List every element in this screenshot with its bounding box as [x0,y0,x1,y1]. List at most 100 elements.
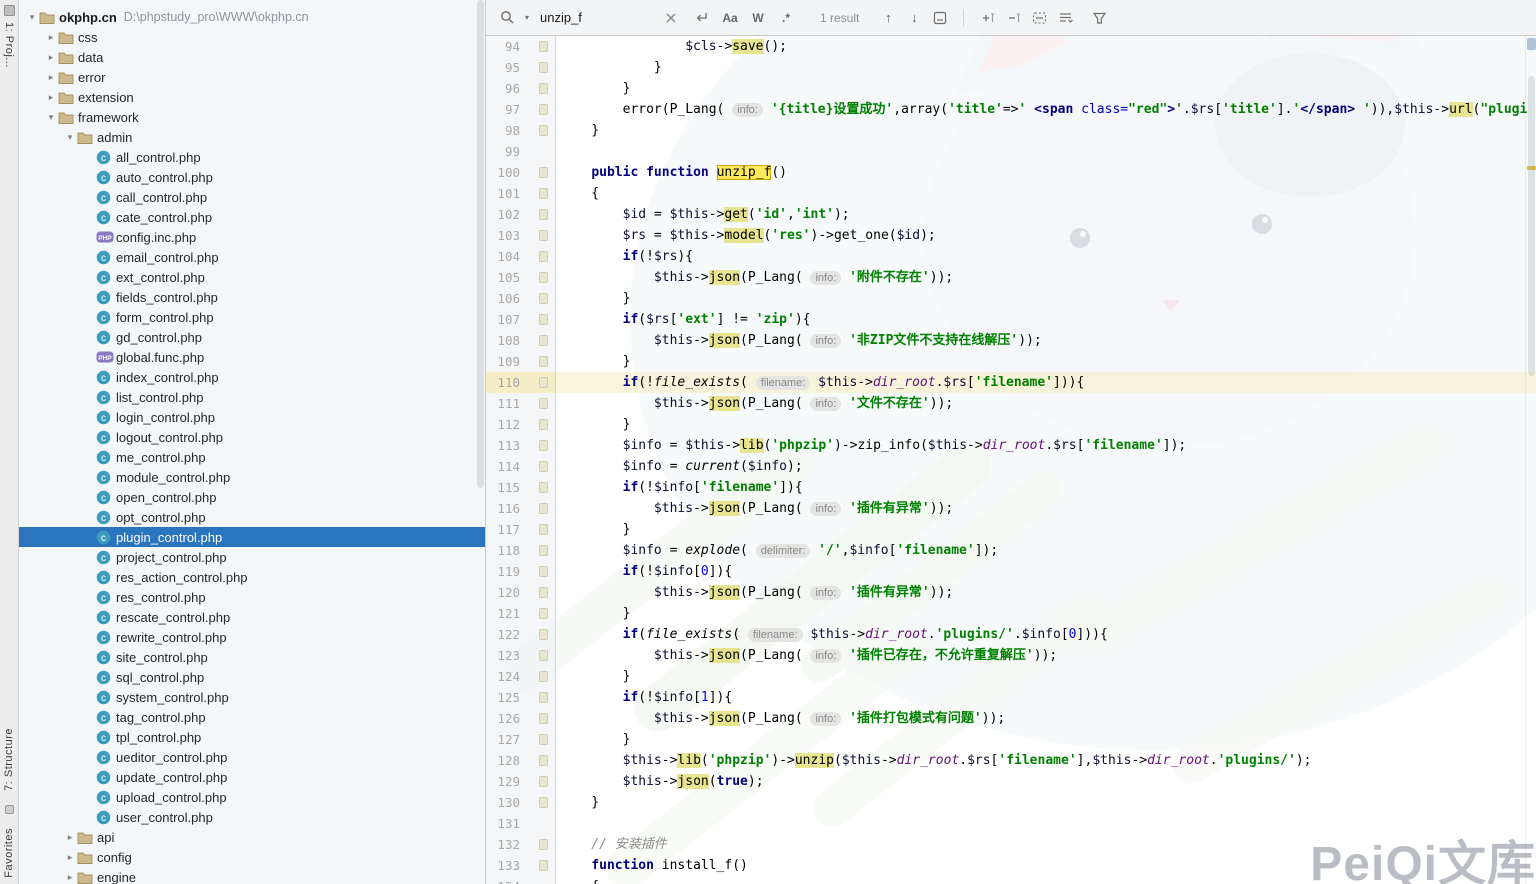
stripe-structure-label[interactable]: 7: Structure [3,728,15,791]
regex-toggle[interactable]: .* [774,9,798,27]
code-line-114[interactable]: 114 $info = current($info); [486,456,1536,477]
tree-item-index_control.php[interactable]: cindex_control.php [19,367,485,387]
code-line-115[interactable]: 115 if(!$info['filename']){ [486,477,1536,498]
tree-item-ext_control.php[interactable]: cext_control.php [19,267,485,287]
code-line-107[interactable]: 107 if($rs['ext'] != 'zip'){ [486,309,1536,330]
code-line-101[interactable]: 101 { [486,183,1536,204]
search-options-icon[interactable] [1054,8,1076,28]
search-history-chevron-icon[interactable]: ▾ [522,8,532,28]
tree-item-update_control.php[interactable]: cupdate_control.php [19,767,485,787]
tree-item-auto_control.php[interactable]: cauto_control.php [19,167,485,187]
tree-item-list_control.php[interactable]: clist_control.php [19,387,485,407]
chevron-down-icon[interactable]: ▾ [63,127,77,147]
tree-item-call_control.php[interactable]: ccall_control.php [19,187,485,207]
tree-item-cate_control.php[interactable]: ccate_control.php [19,207,485,227]
code-line-134[interactable]: 134 { [486,876,1536,884]
tool-window-grid-icon[interactable] [4,5,15,16]
tree-item-api[interactable]: ▸api [19,827,485,847]
code-line-96[interactable]: 96 } [486,78,1536,99]
tree-item-ueditor_control.php[interactable]: cueditor_control.php [19,747,485,767]
chevron-down-icon[interactable]: ▾ [44,107,58,127]
tree-item-sql_control.php[interactable]: csql_control.php [19,667,485,687]
tree-item-admin[interactable]: ▾admin [19,127,485,147]
tree-item-gd_control.php[interactable]: cgd_control.php [19,327,485,347]
chevron-down-icon[interactable]: ▾ [25,7,39,27]
code-line-97[interactable]: 97 error(P_Lang( info: '{title}设置成功',arr… [486,99,1536,120]
code-line-113[interactable]: 113 $info = $this->lib('phpzip')->zip_in… [486,435,1536,456]
tree-item-error[interactable]: ▸error [19,67,485,87]
tree-item-tag_control.php[interactable]: ctag_control.php [19,707,485,727]
search-query-input[interactable]: unzip_f [536,8,656,27]
remove-selection-icon[interactable] [1002,8,1024,28]
select-all-occurrences-icon[interactable] [1028,8,1050,28]
tree-item-tpl_control.php[interactable]: ctpl_control.php [19,727,485,747]
code-line-125[interactable]: 125 if(!$info[1]){ [486,687,1536,708]
tree-item-rescate_control.php[interactable]: crescate_control.php [19,607,485,627]
chevron-right-icon[interactable]: ▸ [44,67,58,87]
chevron-right-icon[interactable]: ▸ [63,867,77,884]
whole-words-toggle[interactable]: W [746,9,770,27]
code-editor[interactable]: PeiQi文库 94 $cls->save();95 }96 }97 error… [486,36,1536,884]
code-line-99[interactable]: 99 [486,141,1536,162]
code-line-123[interactable]: 123 $this->json(P_Lang( info: '插件已存在，不允许… [486,645,1536,666]
match-case-toggle[interactable]: Aa [718,9,742,27]
tree-item-email_control.php[interactable]: cemail_control.php [19,247,485,267]
code-line-106[interactable]: 106 } [486,288,1536,309]
tree-item-config.inc.php[interactable]: PHPconfig.inc.php [19,227,485,247]
code-line-110[interactable]: 110 if(!file_exists( filename: $this->di… [486,372,1536,393]
tree-item-extension[interactable]: ▸extension [19,87,485,107]
code-line-105[interactable]: 105 $this->json(P_Lang( info: '附件不存在')); [486,267,1536,288]
code-line-112[interactable]: 112 } [486,414,1536,435]
tree-item-all_control.php[interactable]: call_control.php [19,147,485,167]
editor-scrollbar[interactable] [1525,36,1536,884]
code-line-126[interactable]: 126 $this->json(P_Lang( info: '插件打包模式有问题… [486,708,1536,729]
chevron-right-icon[interactable]: ▸ [44,27,58,47]
tree-item-form_control.php[interactable]: cform_control.php [19,307,485,327]
tree-item-data[interactable]: ▸data [19,47,485,67]
chevron-right-icon[interactable]: ▸ [44,47,58,67]
tree-scrollbar[interactable] [477,0,484,488]
tree-item-fields_control.php[interactable]: cfields_control.php [19,287,485,307]
tree-item-config[interactable]: ▸config [19,847,485,867]
tree-item-system_control.php[interactable]: csystem_control.php [19,687,485,707]
code-line-98[interactable]: 98 } [486,120,1536,141]
code-line-109[interactable]: 109 } [486,351,1536,372]
code-line-128[interactable]: 128 $this->lib('phpzip')->unzip($this->d… [486,750,1536,771]
tree-item-open_control.php[interactable]: copen_control.php [19,487,485,507]
tree-item-site_control.php[interactable]: csite_control.php [19,647,485,667]
code-line-117[interactable]: 117 } [486,519,1536,540]
tree-item-opt_control.php[interactable]: copt_control.php [19,507,485,527]
chevron-right-icon[interactable]: ▸ [63,827,77,847]
code-line-116[interactable]: 116 $this->json(P_Lang( info: '插件有异常')); [486,498,1536,519]
code-line-108[interactable]: 108 $this->json(P_Lang( info: '非ZIP文件不支持… [486,330,1536,351]
code-line-103[interactable]: 103 $rs = $this->model('res')->get_one($… [486,225,1536,246]
code-line-119[interactable]: 119 if(!$info[0]){ [486,561,1536,582]
code-line-100[interactable]: 100 public function unzip_f() [486,162,1536,183]
prev-occurrence-button[interactable]: ↑ [877,10,899,25]
filter-icon[interactable] [1088,8,1110,28]
tree-item-rewrite_control.php[interactable]: crewrite_control.php [19,627,485,647]
tree-item-logout_control.php[interactable]: clogout_control.php [19,427,485,447]
tree-item-module_control.php[interactable]: cmodule_control.php [19,467,485,487]
code-line-132[interactable]: 132 // 安装插件 [486,834,1536,855]
tree-item-plugin_control.php[interactable]: cplugin_control.php [19,527,485,547]
tree-item-engine[interactable]: ▸engine [19,867,485,884]
code-line-129[interactable]: 129 $this->json(true); [486,771,1536,792]
open-in-find-window-icon[interactable] [929,8,951,28]
scrollbar-thumb[interactable] [1528,76,1535,376]
tree-item-upload_control.php[interactable]: cupload_control.php [19,787,485,807]
code-line-104[interactable]: 104 if(!$rs){ [486,246,1536,267]
tree-item-framework[interactable]: ▾framework [19,107,485,127]
tree-item-user_control.php[interactable]: cuser_control.php [19,807,485,827]
code-line-95[interactable]: 95 } [486,57,1536,78]
code-line-111[interactable]: 111 $this->json(P_Lang( info: '文件不存在')); [486,393,1536,414]
next-occurrence-button[interactable]: ↓ [903,10,925,25]
stripe-favorites-label[interactable]: Favorites [3,828,15,878]
code-line-122[interactable]: 122 if(file_exists( filename: $this->dir… [486,624,1536,645]
tree-item-res_action_control.php[interactable]: cres_action_control.php [19,567,485,587]
code-line-94[interactable]: 94 $cls->save(); [486,36,1536,57]
stripe-project-label[interactable]: 1: Proj... [3,22,15,68]
tree-item-css[interactable]: ▸css [19,27,485,47]
tree-item-global.func.php[interactable]: PHPglobal.func.php [19,347,485,367]
code-line-127[interactable]: 127 } [486,729,1536,750]
